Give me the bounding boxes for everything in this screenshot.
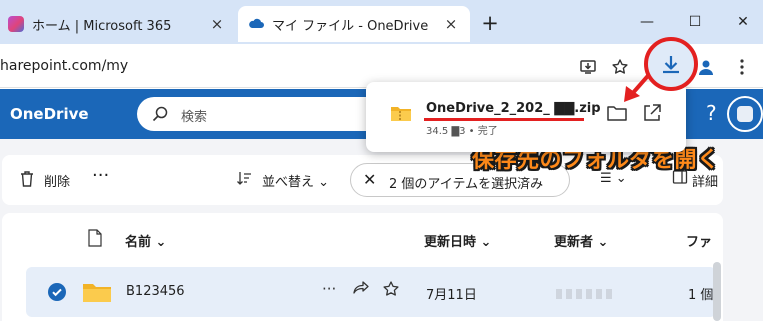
sort-button[interactable]: 並べ替え ⌄ [262, 171, 329, 190]
file-list: 名前 ⌄ 更新日時 ⌄ 更新者 ⌄ ファ B123456 ··· 7月11日 1… [2, 213, 723, 321]
tab-title: マイ ファイル - OneDrive [272, 18, 429, 34]
avatar[interactable] [727, 96, 763, 132]
search-box[interactable]: 検索 [137, 97, 387, 131]
column-header-name[interactable]: 名前 ⌄ [125, 231, 166, 250]
more-commands-button[interactable]: ··· [92, 165, 109, 186]
checkmark-icon[interactable] [48, 283, 66, 301]
search-input[interactable]: 検索 [181, 106, 207, 125]
column-header-size[interactable]: ファ [686, 231, 712, 250]
star-icon[interactable] [382, 280, 400, 302]
table-row[interactable]: B123456 ··· 7月11日 1 個 [26, 267, 716, 317]
column-header-modified-by[interactable]: 更新者 ⌄ [554, 231, 608, 250]
folder-icon [82, 280, 112, 308]
minimize-button[interactable]: — [632, 10, 662, 34]
redacted-modified-by [556, 289, 616, 299]
zip-folder-icon [390, 104, 412, 126]
onedrive-cloud-icon [248, 16, 264, 32]
tab-title: ホーム | Microsoft 365 [32, 18, 172, 34]
tab-strip: ホーム | Microsoft 365 × マイ ファイル - OneDrive… [0, 0, 763, 44]
download-status: 34.5 ▇3 • 完了 [426, 126, 498, 137]
row-name[interactable]: B123456 [126, 284, 185, 299]
close-window-button[interactable]: ✕ [728, 10, 758, 34]
new-tab-button[interactable]: + [478, 12, 502, 36]
avatar-placeholder-icon [737, 106, 753, 122]
address-bar[interactable]: harepoint.com/my [0, 58, 128, 74]
install-app-icon[interactable] [574, 53, 602, 81]
share-icon[interactable] [352, 280, 370, 300]
clear-selection-icon[interactable]: ✕ [363, 170, 376, 189]
search-icon [151, 105, 169, 127]
red-underline-annotation [424, 118, 584, 121]
onedrive-brand[interactable]: OneDrive [10, 105, 89, 123]
tab-onedrive-my-files[interactable]: マイ ファイル - OneDrive × [238, 6, 470, 42]
close-icon[interactable]: × [440, 13, 462, 35]
row-item-count: 1 個 [688, 288, 714, 303]
sort-icon[interactable] [236, 170, 252, 190]
selection-count-label: 2 個のアイテムを選択済み [389, 177, 544, 192]
delete-button[interactable]: 削除 [44, 171, 70, 190]
file-type-icon [88, 229, 102, 251]
trash-icon[interactable] [19, 170, 35, 192]
more-icon[interactable]: ··· [322, 280, 336, 298]
tab-microsoft-365-home[interactable]: ホーム | Microsoft 365 × [0, 6, 236, 42]
microsoft-365-icon [8, 16, 24, 32]
maximize-button[interactable]: ☐ [680, 10, 710, 34]
column-header-modified[interactable]: 更新日時 ⌄ [424, 231, 491, 250]
scrollbar[interactable] [713, 262, 721, 321]
download-filename[interactable]: OneDrive_2_202_ ▇▇.zip [426, 101, 601, 116]
more-menu-icon[interactable] [728, 53, 756, 81]
download-icon[interactable] [659, 53, 683, 77]
close-icon[interactable]: × [206, 13, 228, 35]
row-modified-date: 7月11日 [426, 288, 477, 303]
help-icon[interactable]: ? [706, 101, 717, 125]
